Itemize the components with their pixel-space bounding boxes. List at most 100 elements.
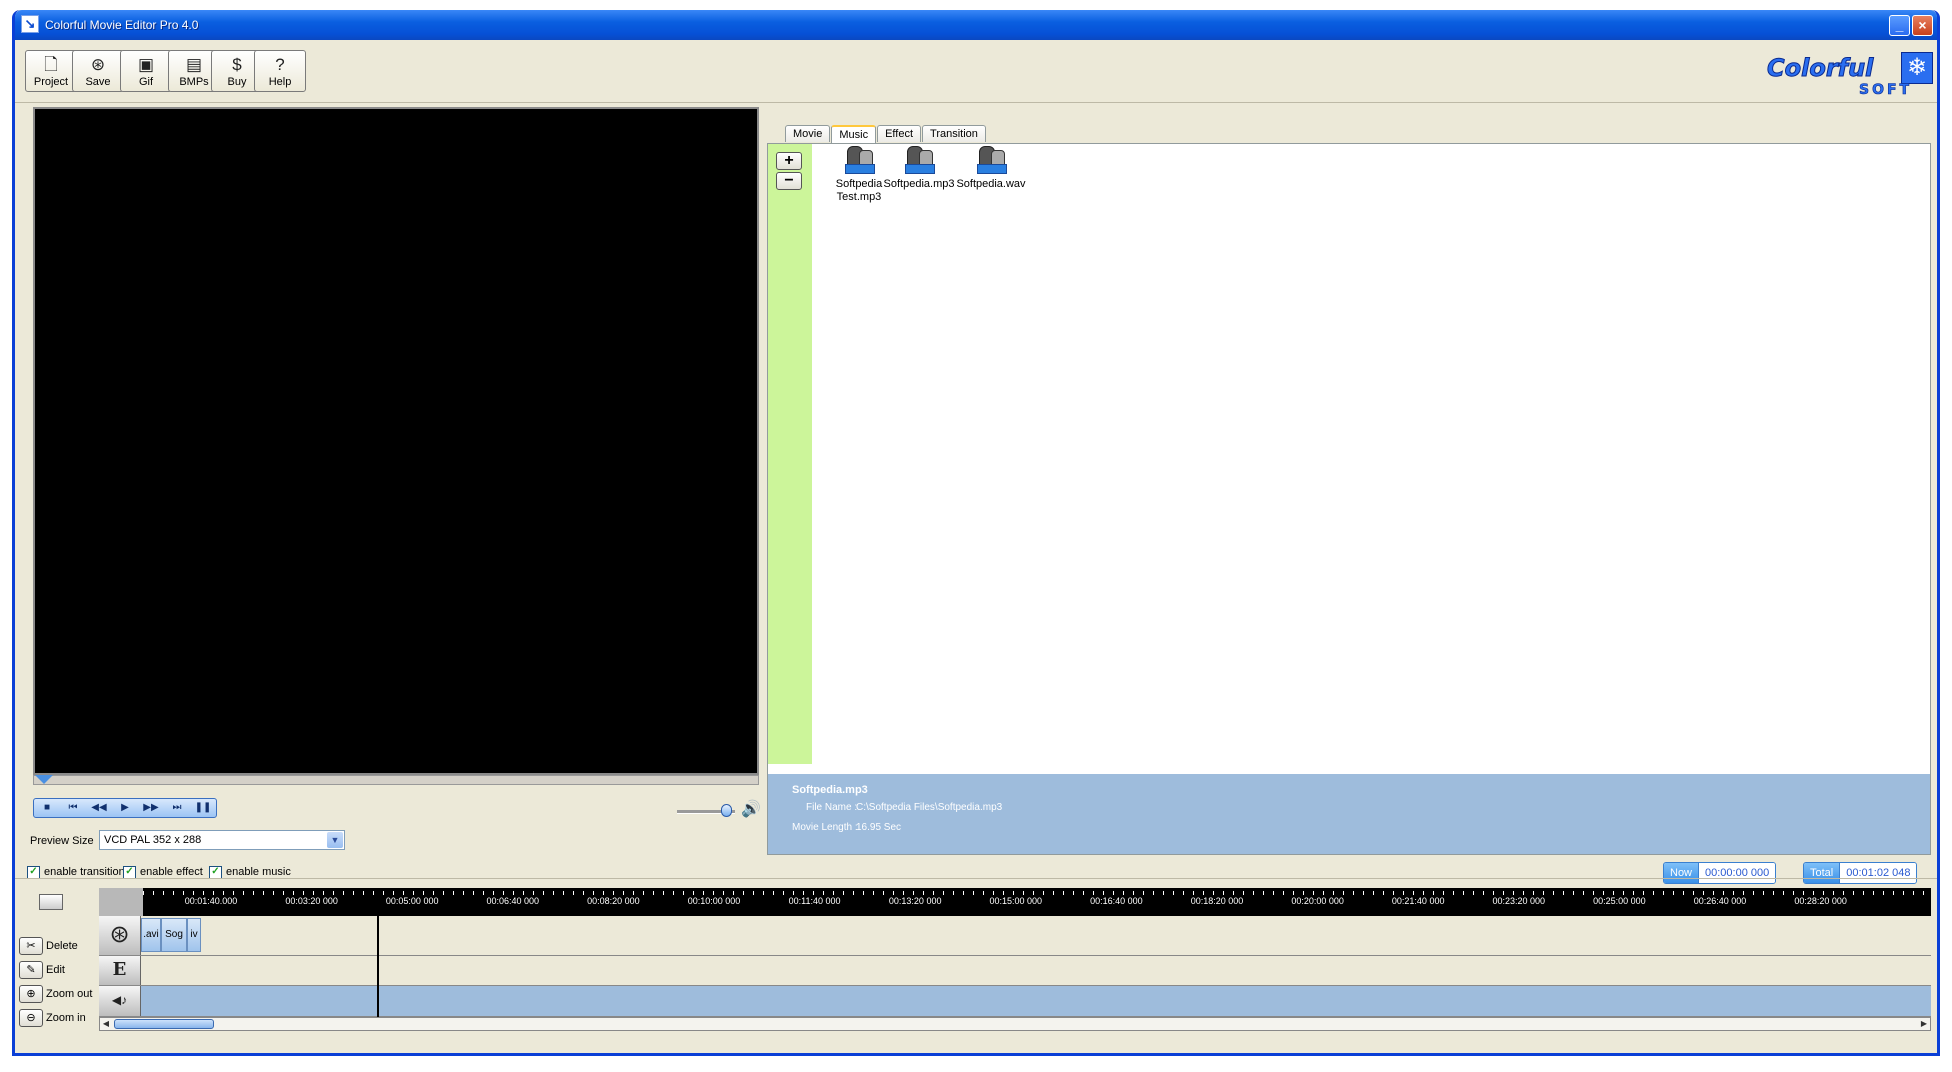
timeline-clip[interactable]: .avi xyxy=(141,918,161,952)
timeline-clip[interactable]: Sog xyxy=(161,918,187,952)
checkbox-enable-effect[interactable]: ✓ enable effect xyxy=(123,865,203,879)
effect-track[interactable]: E xyxy=(99,956,1931,986)
tab-effect[interactable]: Effect xyxy=(877,125,922,142)
timeline-ruler[interactable]: 00:01:40.000 00:03:20 000 00:05:00 000 00:0… xyxy=(99,888,1931,916)
project-button[interactable]: 🗋 Project xyxy=(25,50,77,92)
ruler-tick-label: 00:11:40 000 xyxy=(788,896,841,906)
logo-subtext: SOFT xyxy=(1859,82,1913,99)
play-icon-button[interactable]: ▶ xyxy=(112,799,138,817)
ruler-corner xyxy=(99,888,143,916)
ruler-tick-label: 00:13:20 000 xyxy=(888,896,942,906)
scroll-left-arrow[interactable]: ◀ xyxy=(100,1018,112,1030)
timeline-button-label: Zoom in xyxy=(46,1012,86,1024)
film-reel-icon: ⊛ xyxy=(90,55,106,74)
add-media-button[interactable]: + xyxy=(776,152,802,170)
ruler-tick-label: 00:28:20 000 xyxy=(1794,896,1847,906)
checkmark-icon[interactable]: ✓ xyxy=(123,865,136,879)
music-track[interactable]: ◀♪ xyxy=(99,986,1931,1017)
window-title: Colorful Movie Editor Pro 4.0 xyxy=(45,18,199,32)
help-button[interactable]: ? Help xyxy=(254,50,306,92)
audio-file-icon xyxy=(845,146,875,174)
total-value: 00:01:02 048 xyxy=(1839,863,1917,883)
ruler-tick-label: 00:16:40 000 xyxy=(1090,896,1143,906)
info-file-name: C:\Softpedia Files\Softpedia.mp3 xyxy=(856,802,1003,813)
scissors-icon[interactable]: ✂ xyxy=(19,937,43,955)
total-timecode: Total 00:01:02 048 xyxy=(1803,862,1918,884)
zoom-out-icon[interactable]: ⊕ xyxy=(19,985,43,1003)
ruler-tick-label: 00:10:00 000 xyxy=(687,896,741,906)
checkbox-label: enable transitions xyxy=(44,866,131,878)
media-file-item[interactable]: Softpedia.wav xyxy=(954,144,1028,191)
ruler-tick-label: 00:01:40.000 xyxy=(184,896,238,906)
gif-button[interactable]: ▣ Gif xyxy=(120,50,172,92)
pause-icon-button[interactable]: ❚❚ xyxy=(190,799,216,817)
preview-size-value: VCD PAL 352 x 288 xyxy=(104,834,202,846)
next-icon-button[interactable]: ⏭ xyxy=(164,799,190,817)
ruler-tickmarks xyxy=(143,891,1931,895)
speaker-icon[interactable]: 🔊 xyxy=(741,799,761,819)
fast-forward-icon-button[interactable]: ▶▶ xyxy=(138,799,164,817)
delete-button[interactable]: ✂ Delete xyxy=(19,936,78,956)
music-note-icon: ◀♪ xyxy=(99,986,141,1016)
media-file-item[interactable]: Softpedia.mp3 xyxy=(882,144,956,191)
checkbox-enable-transitions[interactable]: ✓ enable transitions xyxy=(27,865,130,879)
transport-controls: ■ ⏮ ◀◀ ▶ ▶▶ ⏭ ❚❚ xyxy=(33,798,217,818)
preview-size-label: Preview Size xyxy=(30,835,94,847)
help-label: Help xyxy=(268,76,292,88)
file-info-panel: Softpedia.mp3 File Name : C:\Softpedia F… xyxy=(768,774,1930,854)
save-label: Save xyxy=(85,76,111,88)
chevron-down-icon[interactable]: ▼ xyxy=(327,832,343,848)
checkbox-enable-music[interactable]: ✓ enable music xyxy=(209,865,291,879)
tab-transition[interactable]: Transition xyxy=(922,125,986,142)
app-icon[interactable]: ↘ xyxy=(21,15,39,33)
video-track[interactable]: ⊛ .avi Sog iv xyxy=(99,916,1931,956)
preview-size-select[interactable]: VCD PAL 352 x 288 ▼ xyxy=(99,830,345,850)
previous-icon-button[interactable]: ⏮ xyxy=(60,799,86,817)
ruler-tick-label: 00:25:00 000 xyxy=(1593,896,1646,906)
rewind-icon-button[interactable]: ◀◀ xyxy=(86,799,112,817)
ruler-tick-label: 00:18:20 000 xyxy=(1190,896,1244,906)
close-button[interactable]: × xyxy=(1912,15,1933,36)
now-timecode: Now 00:00:00 000 xyxy=(1663,862,1777,884)
info-file-title: Softpedia.mp3 xyxy=(792,784,868,796)
timeline-clip[interactable]: iv xyxy=(187,918,201,952)
info-file-name-label: File Name : xyxy=(806,802,858,813)
media-tabs: Movie Music Effect Transition xyxy=(785,125,987,144)
film-reel-icon: ⊛ xyxy=(99,916,141,955)
title-bar: ↘ Colorful Movie Editor Pro 4.0 _ × xyxy=(15,10,1937,40)
ruler-tick-label: 00:20:00 000 xyxy=(1291,896,1344,906)
scroll-thumb[interactable] xyxy=(114,1019,214,1029)
tab-movie[interactable]: Movie xyxy=(785,125,831,142)
ruler-tick-label: 00:26:40 000 xyxy=(1693,896,1747,906)
zoom-in-icon[interactable]: ⊖ xyxy=(19,1009,43,1027)
tab-music[interactable]: Music xyxy=(831,125,877,144)
ruler-tick-label: 00:03:20 000 xyxy=(285,896,338,906)
timeline-scrollbar[interactable]: ◀ ▶ xyxy=(99,1017,1931,1031)
ruler-tick-label: 00:21:40 000 xyxy=(1391,896,1445,906)
remove-media-button[interactable]: − xyxy=(776,172,802,190)
seek-bar[interactable] xyxy=(33,775,759,785)
storyboard-toggle-icon[interactable] xyxy=(39,894,63,910)
media-library: + − Softpedia Test.mp3 Softpedia.mp3 Softpe… xyxy=(767,143,1931,855)
checkmark-icon[interactable]: ✓ xyxy=(27,865,40,879)
edit-icon[interactable]: ✎ xyxy=(19,961,43,979)
zoom-in-button[interactable]: ⊖ Zoom in xyxy=(19,1008,86,1028)
file-name-line1: Softpedia.wav xyxy=(956,178,1026,190)
minimize-button[interactable]: _ xyxy=(1889,15,1910,36)
file-name-line1: Softpedia.mp3 xyxy=(883,178,955,190)
question-icon: ? xyxy=(275,55,285,74)
scroll-right-arrow[interactable]: ▶ xyxy=(1918,1018,1930,1030)
seek-thumb[interactable] xyxy=(35,775,53,784)
snowflake-icon: ❄ xyxy=(1901,52,1933,84)
playhead-line[interactable] xyxy=(377,916,379,1017)
checkbox-label: enable music xyxy=(226,866,291,878)
timeline-button-label: Zoom out xyxy=(46,988,93,1000)
stop-icon-button[interactable]: ■ xyxy=(34,799,60,817)
checkbox-label: enable effect xyxy=(140,866,203,878)
edit-button[interactable]: ✎ Edit xyxy=(19,960,65,980)
checkmark-icon[interactable]: ✓ xyxy=(209,865,222,879)
volume-knob[interactable] xyxy=(721,804,732,817)
save-button[interactable]: ⊛ Save xyxy=(72,50,124,92)
zoom-out-button[interactable]: ⊕ Zoom out xyxy=(19,984,92,1004)
ruler-tick-label: 00:06:40 000 xyxy=(486,896,540,906)
